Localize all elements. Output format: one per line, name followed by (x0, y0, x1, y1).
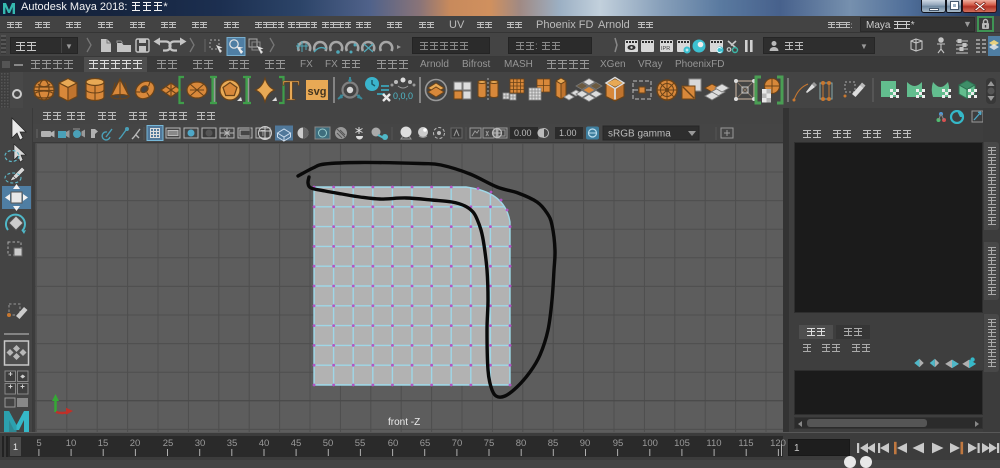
svg-text:0,0,0: 0,0,0 (393, 91, 413, 101)
svg-text:IPR: IPR (661, 46, 670, 52)
svg-text:T: T (282, 76, 299, 107)
svg-text:1.00: 1.00 (559, 128, 577, 138)
svg-text:0.00: 0.00 (514, 128, 532, 138)
svg-text:sRGB gamma: sRGB gamma (608, 129, 671, 140)
svg-text:front -Z: front -Z (388, 417, 420, 428)
svg-text:svg: svg (308, 86, 327, 98)
